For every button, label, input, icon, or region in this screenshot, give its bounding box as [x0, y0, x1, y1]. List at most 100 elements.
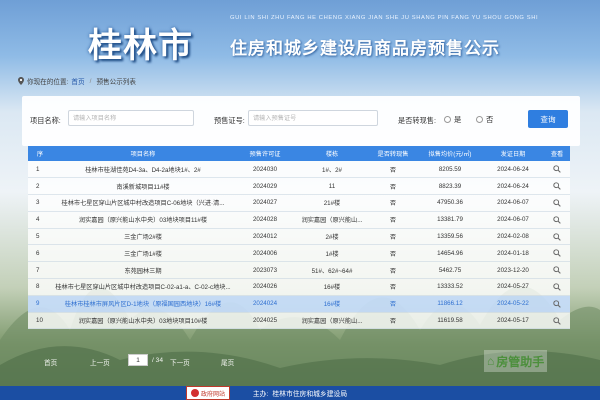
table-row[interactable]: 1 桂林市桂湖佳苑D4-3a、D4-2a地块1#、2# 2024030 1#、2# 否 8…: [28, 161, 570, 179]
search-icon[interactable]: [553, 300, 561, 308]
pager-prev[interactable]: 上一页: [90, 357, 110, 367]
gov-badge-text: 政府网站: [200, 391, 225, 398]
location-pin-icon: [18, 77, 24, 85]
cell-price: 13359.56: [418, 228, 482, 246]
header-banner: 桂林市 GUI LIN SHI ZHU FANG HE CHENG XIANG …: [0, 0, 600, 72]
cell-building: 2#楼: [296, 228, 368, 246]
cell-date: 2024-05-22: [482, 295, 544, 313]
cell-building: 51#、62#~64#: [296, 261, 368, 280]
cell-date: 2024-06-24: [482, 177, 544, 196]
radio-yes[interactable]: 是: [444, 114, 461, 125]
cell-price: 13381.79: [418, 211, 482, 229]
table-row[interactable]: 6 三金广场1#楼 2024006 1#楼否 14654.96 2024-01-18: [28, 244, 570, 263]
cell-project-name: 南溪新城项目11#楼: [52, 177, 234, 196]
license-number-input[interactable]: [248, 110, 378, 126]
table-row[interactable]: 10 润实嘉园（原兴能山水中央）03地块项目10#楼 2024025 润实嘉园（原兴能…: [28, 312, 570, 330]
transfer-label: 是否转现售:: [398, 116, 436, 125]
col-header-price: 拟售均价(元/㎡): [418, 146, 482, 161]
cell-view[interactable]: [544, 312, 570, 330]
cell-seq: 5: [28, 228, 52, 246]
radio-yes-circle[interactable]: [444, 116, 451, 123]
pager-last[interactable]: 尾页: [221, 357, 234, 367]
cell-view[interactable]: [544, 295, 570, 313]
table-row[interactable]: 9 桂林市桂林市屏风片区D-1地块（原福国园西地块）16#楼 2024024 16#楼…: [28, 295, 570, 313]
cell-transfer: 否: [368, 261, 418, 280]
project-name-label: 项目名称:: [30, 116, 61, 125]
radio-no[interactable]: 否: [476, 114, 493, 125]
search-icon[interactable]: [553, 232, 561, 241]
gov-emblem-icon: [190, 389, 199, 397]
cell-project-name: 桂林市七星区穿山片区城中村改造项目C-06地块（兴进·清...: [52, 194, 234, 212]
cell-seq: 1: [28, 161, 52, 179]
cell-building: 16#楼: [296, 278, 368, 296]
cell-date: 2024-06-07: [482, 211, 544, 229]
search-icon[interactable]: [553, 165, 561, 173]
table-row[interactable]: 7 东苑园林三期 2023073 51#、62#~64# 否 5462.75 2023-12…: [28, 261, 570, 280]
cell-view[interactable]: [544, 244, 570, 263]
cell-license: 2024026: [234, 278, 296, 296]
radio-yes-label: 是: [454, 115, 462, 124]
cell-transfer: 否: [368, 278, 418, 296]
pager-next[interactable]: 下一页: [170, 357, 190, 367]
cell-price: 5462.75: [418, 261, 482, 280]
col-header-building: 楼栋: [296, 146, 368, 161]
breadcrumb-home-link[interactable]: 首页: [71, 76, 84, 86]
cell-date: 2024-06-07: [482, 194, 544, 212]
page-number-input[interactable]: [128, 354, 148, 366]
radio-no-circle[interactable]: [476, 116, 483, 123]
cell-view[interactable]: [544, 177, 570, 196]
breadcrumb-prefix: 你现在的位置:: [27, 79, 69, 86]
table-row[interactable]: 5 三金广场2#楼 2024012 2#楼否 13359.56 2024-02-08: [28, 228, 570, 246]
table-row[interactable]: 3 桂林市七星区穿山片区城中村改造项目C-06地块（兴进·清... 2024027 2…: [28, 194, 570, 212]
gov-website-badge[interactable]: 政府网站: [186, 386, 230, 400]
cell-license: 2024025: [234, 312, 296, 330]
cell-view[interactable]: [544, 278, 570, 296]
col-header-transfer: 是否转现售: [368, 146, 418, 161]
footer-sponsor-label: 主办:: [252, 391, 269, 398]
cell-seq: 2: [28, 177, 52, 196]
cell-date: 2023-12-20: [482, 261, 544, 280]
search-icon[interactable]: [553, 199, 561, 207]
pager-first[interactable]: 首页: [44, 357, 57, 367]
cell-license: 2024027: [234, 194, 296, 212]
cell-project-name: 东苑园林三期: [52, 261, 234, 280]
cell-date: 2024-02-08: [482, 228, 544, 246]
table-row[interactable]: 2 南溪新城项目11#楼 2024029 11 否 8823.39 2024-06-24: [28, 177, 570, 196]
page-title: 住房和城乡建设局商品房预售公示: [230, 39, 500, 59]
table-row[interactable]: 4 润实嘉园（原兴能山水中央）03地块项目11#楼 2024028 润实嘉园（原兴能山…: [28, 211, 570, 229]
cell-license: 2024028: [234, 211, 296, 229]
project-name-input[interactable]: [68, 110, 194, 126]
cell-transfer: 否: [368, 312, 418, 330]
search-button[interactable]: 查询: [528, 110, 568, 128]
search-icon[interactable]: [553, 216, 561, 224]
cell-view[interactable]: [544, 194, 570, 212]
cell-license: 2024012: [234, 228, 296, 246]
pager-total: / 34: [152, 357, 163, 364]
cell-date: 2024-05-17: [482, 312, 544, 330]
cell-view[interactable]: [544, 161, 570, 179]
cell-view[interactable]: [544, 228, 570, 246]
search-icon[interactable]: [553, 266, 561, 274]
cell-license: 2023073: [234, 261, 296, 280]
cell-transfer: 否: [368, 228, 418, 246]
cell-seq: 4: [28, 211, 52, 229]
cell-seq: 3: [28, 194, 52, 212]
cell-license: 2024029: [234, 177, 296, 196]
cell-view[interactable]: [544, 261, 570, 280]
search-icon[interactable]: [553, 182, 561, 190]
pinyin-subtitle: GUI LIN SHI ZHU FANG HE CHENG XIANG JIAN…: [230, 15, 539, 21]
cell-license: 2024030: [234, 161, 296, 179]
cell-license: 2024006: [234, 244, 296, 263]
cell-seq: 7: [28, 261, 52, 280]
radio-no-label: 否: [486, 115, 494, 124]
breadcrumb-current: 预售公示列表: [96, 79, 136, 86]
cell-view[interactable]: [544, 211, 570, 229]
license-number-label: 预售证号:: [214, 116, 245, 125]
search-icon[interactable]: [553, 283, 561, 291]
cell-date: 2024-01-18: [482, 244, 544, 263]
cell-project-name: 三金广场1#楼: [52, 244, 234, 263]
search-icon[interactable]: [553, 316, 561, 325]
table-row[interactable]: 8 桂林市七星区穿山片区城中村改造项目C-02-a1-a、C-02-c地块... 2…: [28, 278, 570, 296]
cell-project-name: 润实嘉园（原兴能山水中央）03地块项目10#楼: [52, 312, 234, 330]
search-icon[interactable]: [553, 249, 561, 258]
